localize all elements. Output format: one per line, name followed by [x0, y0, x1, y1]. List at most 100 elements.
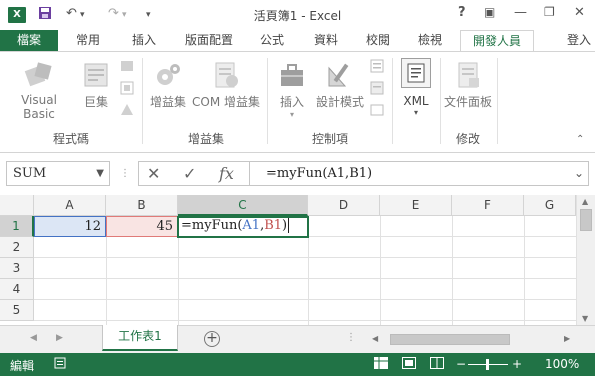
add-sheet-icon[interactable]: + — [204, 331, 220, 347]
cancel-icon[interactable]: ✕ — [147, 164, 160, 183]
visual-basic-button[interactable]: Visual Basic — [4, 60, 74, 121]
row-header-4[interactable]: 4 — [0, 279, 34, 300]
formula-text: =myFun(A1,B1) — [266, 166, 373, 181]
page-layout-view-icon[interactable] — [402, 357, 416, 372]
edit-ref-a1: A1 — [242, 218, 261, 233]
row-header-1[interactable]: 1 — [0, 216, 34, 237]
cell-a1[interactable]: 12 — [34, 216, 106, 237]
row-header-2[interactable]: 2 — [0, 237, 34, 258]
sheet-tab-bar: ◀ ▶ 工作表1 + ⋮ ◀ ▶ — [0, 325, 595, 353]
group-separator — [142, 58, 143, 144]
ribbon-developer: Visual Basic 巨集 程式碼 增益集 COM 增益集 增益集 插入 ▾… — [0, 52, 595, 152]
design-mode-button[interactable]: 設計模式 — [314, 60, 366, 110]
design-mode-label: 設計模式 — [315, 95, 364, 109]
insert-function-icon[interactable]: fx — [219, 164, 234, 183]
group-modify-label: 修改 — [455, 132, 480, 146]
toolbox-icon — [272, 60, 312, 93]
expand-formula-icon[interactable]: ⌄ — [574, 162, 584, 185]
zoom-level[interactable]: 100% — [545, 357, 579, 371]
run-dialog-icon[interactable] — [368, 102, 386, 121]
name-box[interactable]: SUM ▼ — [6, 161, 110, 186]
sign-in-link[interactable]: 登入 — [562, 30, 595, 52]
tab-page-layout[interactable]: 版面配置 — [178, 30, 240, 52]
formula-bar-splitter[interactable]: ⋮ — [120, 169, 130, 179]
select-all-button[interactable] — [0, 195, 34, 216]
row-header-5[interactable]: 5 — [0, 300, 34, 321]
scroll-up-icon[interactable]: ▲ — [582, 197, 588, 206]
zoom-out-button[interactable]: − — [456, 357, 466, 371]
addins-button[interactable]: 增益集 — [146, 60, 190, 110]
column-header-b[interactable]: B — [106, 195, 178, 216]
visual-basic-icon — [4, 60, 74, 93]
name-box-dropdown-icon[interactable]: ▼ — [96, 162, 104, 185]
vertical-scroll-thumb[interactable] — [580, 209, 592, 231]
horizontal-scrollbar[interactable]: ◀ ▶ — [360, 333, 576, 347]
column-header-e[interactable]: E — [380, 195, 452, 216]
close-icon[interactable]: ✕ — [574, 5, 585, 20]
design-mode-icon — [314, 60, 366, 93]
restore-icon[interactable]: ❐ — [544, 5, 555, 19]
scroll-down-icon[interactable]: ▼ — [582, 314, 588, 323]
tab-file[interactable]: 檔案 — [0, 30, 58, 52]
vertical-scrollbar[interactable]: ▲ ▼ — [576, 195, 595, 325]
scroll-right-icon[interactable]: ▶ — [564, 334, 570, 343]
prev-sheet-icon[interactable]: ◀ — [30, 333, 37, 343]
tab-view[interactable]: 檢視 — [408, 30, 452, 52]
xml-button[interactable]: XML ▾ — [396, 58, 436, 117]
macros-button[interactable]: 巨集 — [78, 60, 114, 110]
edit-prefix: =myFun( — [181, 218, 243, 233]
view-code-icon[interactable] — [368, 80, 386, 99]
tab-developer[interactable]: 開發人員 — [460, 30, 534, 53]
group-code-label: 程式碼 — [52, 132, 89, 146]
column-header-a[interactable]: A — [34, 195, 106, 216]
horizontal-scroll-thumb[interactable] — [390, 334, 510, 345]
column-header-f[interactable]: F — [452, 195, 524, 216]
title-bar: X ↶ ▾ ↷ ▾ ▾ 活頁簿1 - Excel ? ▣ — ❐ ✕ — [0, 0, 595, 30]
edit-ref-b1: B1 — [264, 218, 283, 233]
zoom-in-button[interactable]: + — [512, 357, 522, 371]
insert-control-label: 插入 — [279, 95, 304, 109]
group-separator — [267, 58, 268, 144]
scroll-left-icon[interactable]: ◀ — [372, 334, 378, 343]
row-header-3[interactable]: 3 — [0, 258, 34, 279]
column-header-c[interactable]: C — [178, 195, 308, 216]
com-addins-icon — [190, 60, 262, 93]
status-mode: 編輯 — [10, 359, 35, 373]
minimize-icon[interactable]: — — [514, 5, 527, 20]
cell-c1-editing[interactable]: =myFun(A1,B1)​ — [177, 216, 309, 238]
insert-control-button[interactable]: 插入 ▾ — [272, 60, 312, 119]
macro-record-status-icon[interactable] — [54, 357, 66, 372]
zoom-slider-thumb[interactable] — [486, 359, 489, 370]
next-sheet-icon[interactable]: ▶ — [56, 333, 63, 343]
formula-input[interactable]: =myFun(A1,B1) ⌄ — [250, 161, 589, 186]
cell-b1[interactable]: 45 — [106, 216, 178, 237]
tab-insert[interactable]: 插入 — [122, 30, 166, 52]
tab-review[interactable]: 校閱 — [356, 30, 400, 52]
document-panel-label: 文件面板 — [443, 95, 492, 109]
column-header-d[interactable]: D — [308, 195, 380, 216]
group-separator — [440, 58, 441, 144]
xml-label: XML — [403, 94, 429, 108]
tab-data[interactable]: 資料 — [304, 30, 348, 52]
collapse-ribbon-icon[interactable]: ⌃ — [576, 134, 584, 145]
relative-reference-icon[interactable] — [118, 80, 136, 99]
column-header-g[interactable]: G — [524, 195, 576, 216]
properties-icon[interactable] — [368, 58, 386, 77]
text-cursor: ​ — [288, 218, 290, 233]
record-macro-icon[interactable] — [118, 58, 136, 77]
macro-security-icon[interactable] — [118, 102, 136, 121]
enter-icon[interactable]: ✓ — [183, 164, 196, 183]
tab-home[interactable]: 常用 — [66, 30, 110, 52]
group-separator — [497, 58, 498, 144]
page-break-view-icon[interactable] — [430, 357, 444, 372]
com-addins-button[interactable]: COM 增益集 — [190, 60, 262, 110]
document-panel-button[interactable]: 文件面板 — [442, 60, 494, 110]
normal-view-icon[interactable] — [374, 357, 388, 372]
tab-formulas[interactable]: 公式 — [250, 30, 294, 52]
ribbon-display-options-icon[interactable]: ▣ — [484, 5, 495, 19]
sheet-tab-active[interactable]: 工作表1 — [102, 325, 178, 351]
help-icon[interactable]: ? — [458, 5, 466, 20]
name-box-value: SUM — [13, 166, 47, 181]
tab-split-handle[interactable]: ⋮ — [346, 332, 356, 343]
addins-label: 增益集 — [149, 95, 186, 109]
